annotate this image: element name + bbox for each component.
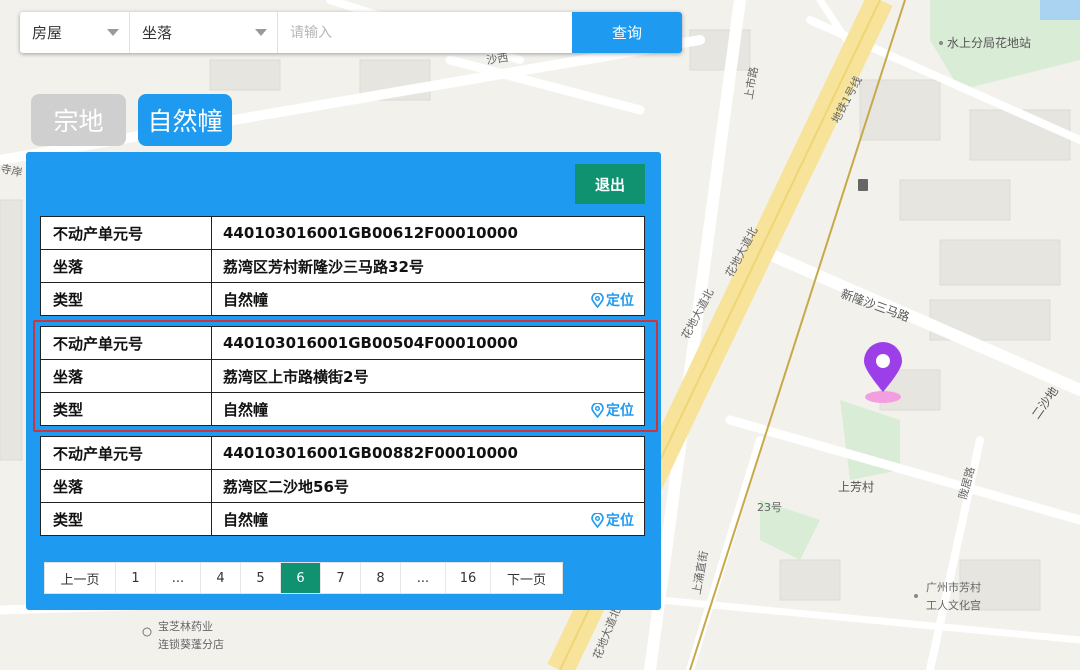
record-row-id: 不动产单元号 440103016001GB00612F00010000 bbox=[41, 217, 644, 250]
record-type: 自然幢 bbox=[223, 510, 269, 529]
results-panel: 退出 不动产单元号 440103016001GB00612F00010000 坐… bbox=[26, 152, 661, 610]
locate-label: 定位 bbox=[606, 513, 634, 529]
record-type-cell: 自然幢 定位 bbox=[212, 503, 644, 535]
record-label: 类型 bbox=[41, 393, 212, 425]
svg-text:23号: 23号 bbox=[757, 501, 782, 514]
locate-button[interactable]: 定位 bbox=[591, 290, 634, 310]
pagination-page[interactable]: 4 bbox=[201, 563, 241, 593]
chevron-down-icon bbox=[255, 29, 267, 36]
locate-button[interactable]: 定位 bbox=[591, 400, 634, 420]
gas-station-icon bbox=[858, 179, 868, 191]
record-row-location: 坐落 荔湾区二沙地56号 bbox=[41, 470, 644, 503]
mode-button-zongdi[interactable]: 宗地 bbox=[31, 94, 126, 146]
mode-button-ziranzhuang[interactable]: 自然幢 bbox=[138, 94, 232, 146]
record-row-id: 不动产单元号 440103016001GB00882F00010000 bbox=[41, 437, 644, 470]
pagination-page-current[interactable]: 6 bbox=[281, 563, 321, 593]
locate-button[interactable]: 定位 bbox=[591, 510, 634, 530]
record-label: 不动产单元号 bbox=[41, 437, 212, 469]
query-button[interactable]: 查询 bbox=[572, 12, 682, 53]
locate-label: 定位 bbox=[606, 293, 634, 309]
svg-text:连锁葵蓬分店: 连锁葵蓬分店 bbox=[158, 637, 224, 651]
svg-text:上芳村: 上芳村 bbox=[838, 480, 874, 494]
record-card: 不动产单元号 440103016001GB00504F00010000 坐落 荔… bbox=[40, 326, 645, 426]
pagination-ellipsis: ... bbox=[401, 563, 446, 593]
pagination-page[interactable]: 8 bbox=[361, 563, 401, 593]
pagination-prev[interactable]: 上一页 bbox=[45, 563, 116, 593]
exit-button[interactable]: 退出 bbox=[575, 164, 645, 204]
svg-text:工人文化宫: 工人文化宫 bbox=[926, 598, 981, 612]
record-label: 坐落 bbox=[41, 360, 212, 392]
record-location: 荔湾区芳村新隆沙三马路32号 bbox=[223, 257, 424, 276]
search-bar: 房屋 坐落 查询 bbox=[20, 12, 682, 53]
record-type: 自然幢 bbox=[223, 400, 269, 419]
chevron-down-icon bbox=[107, 29, 119, 36]
record-row-location: 坐落 荔湾区芳村新隆沙三马路32号 bbox=[41, 250, 644, 283]
record-type: 自然幢 bbox=[223, 290, 269, 309]
record-label: 不动产单元号 bbox=[41, 327, 212, 359]
record-label: 坐落 bbox=[41, 250, 212, 282]
svg-text:水上分局花地站: 水上分局花地站 bbox=[947, 35, 1031, 50]
category-select-value: 房屋 bbox=[32, 24, 63, 42]
pagination-next[interactable]: 下一页 bbox=[491, 563, 562, 593]
record-location: 荔湾区上市路横街2号 bbox=[223, 367, 369, 386]
record-location: 荔湾区二沙地56号 bbox=[223, 477, 349, 496]
record-unit-id: 440103016001GB00504F00010000 bbox=[223, 334, 518, 352]
record-label: 类型 bbox=[41, 503, 212, 535]
record-card: 不动产单元号 440103016001GB00882F00010000 坐落 荔… bbox=[40, 436, 645, 536]
pagination-page[interactable]: 1 bbox=[116, 563, 156, 593]
record-row-type: 类型 自然幢 定位 bbox=[41, 503, 644, 535]
category-select[interactable]: 房屋 bbox=[20, 12, 130, 53]
pagination-ellipsis: ... bbox=[156, 563, 201, 593]
pagination-page[interactable]: 5 bbox=[241, 563, 281, 593]
record-label: 不动产单元号 bbox=[41, 217, 212, 249]
record-card: 不动产单元号 440103016001GB00612F00010000 坐落 荔… bbox=[40, 216, 645, 316]
search-input[interactable] bbox=[278, 12, 572, 53]
record-label: 坐落 bbox=[41, 470, 212, 502]
pagination-page[interactable]: 7 bbox=[321, 563, 361, 593]
location-pin-icon[interactable] bbox=[864, 342, 902, 403]
record-row-location: 坐落 荔湾区上市路横街2号 bbox=[41, 360, 644, 393]
record-type-cell: 自然幢 定位 bbox=[212, 283, 644, 315]
record-row-type: 类型 自然幢 定位 bbox=[41, 283, 644, 315]
pagination: 上一页 1 ... 4 5 6 7 8 ... 16 下一页 bbox=[44, 562, 563, 594]
record-row-id: 不动产单元号 440103016001GB00504F00010000 bbox=[41, 327, 644, 360]
pagination-page[interactable]: 16 bbox=[446, 563, 491, 593]
map-pin-icon bbox=[591, 402, 604, 418]
field-select[interactable]: 坐落 bbox=[130, 12, 278, 53]
record-label: 类型 bbox=[41, 283, 212, 315]
svg-text:宝芝林药业: 宝芝林药业 bbox=[158, 619, 213, 633]
record-type-cell: 自然幢 定位 bbox=[212, 393, 644, 425]
svg-text:广州市芳村: 广州市芳村 bbox=[926, 580, 981, 594]
record-unit-id: 440103016001GB00882F00010000 bbox=[223, 444, 518, 462]
river bbox=[1040, 0, 1080, 20]
record-row-type: 类型 自然幢 定位 bbox=[41, 393, 644, 425]
field-select-value: 坐落 bbox=[142, 24, 173, 42]
record-unit-id: 440103016001GB00612F00010000 bbox=[223, 224, 518, 242]
map-pin-icon bbox=[591, 512, 604, 528]
map-pin-icon bbox=[591, 292, 604, 308]
locate-label: 定位 bbox=[606, 403, 634, 419]
